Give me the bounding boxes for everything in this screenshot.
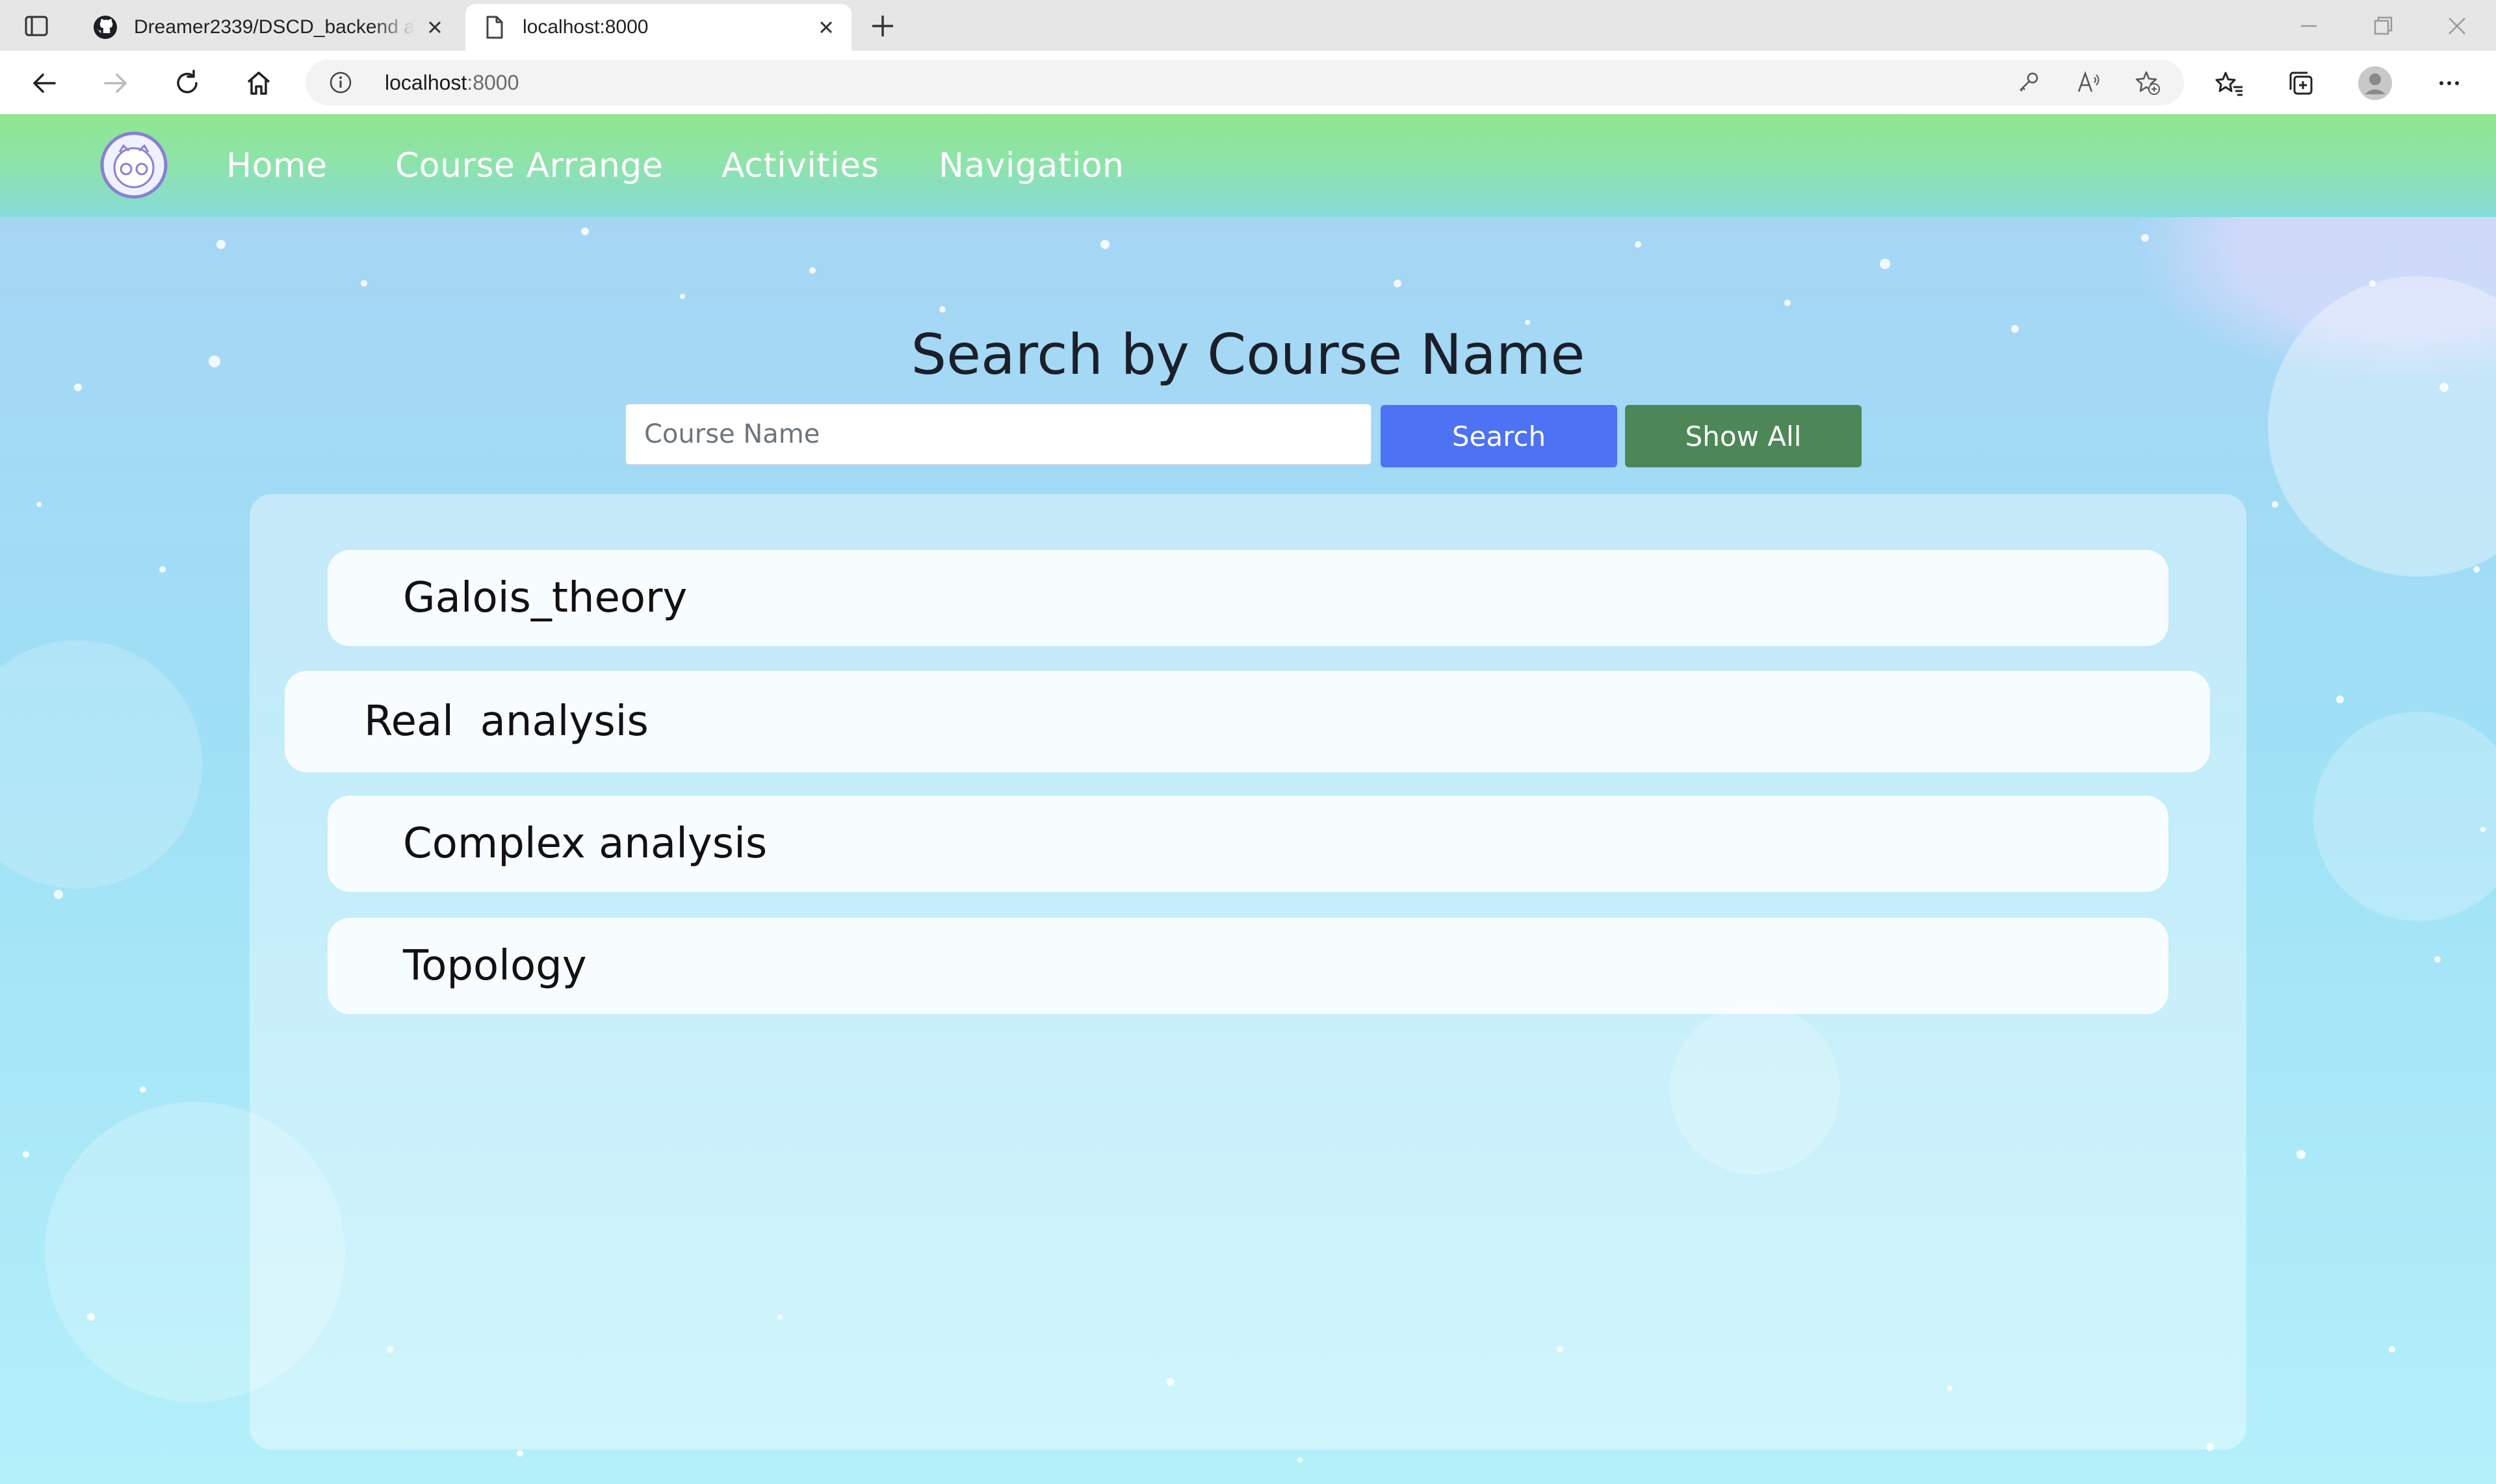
collections-icon[interactable] [2285, 68, 2317, 99]
url-port: :8000 [467, 71, 519, 94]
back-icon[interactable] [29, 68, 60, 99]
home-icon[interactable] [243, 68, 274, 99]
close-window-icon[interactable] [2443, 12, 2471, 40]
course-name-input[interactable] [625, 404, 1372, 465]
favorites-icon[interactable] [2214, 68, 2245, 99]
info-icon[interactable] [329, 71, 352, 94]
refresh-icon[interactable] [172, 68, 203, 99]
nav-navigation[interactable]: Navigation [939, 146, 1124, 186]
course-name: Galois_theory [403, 574, 688, 622]
show-all-button[interactable]: Show All [1625, 405, 1862, 467]
course-item-galois-theory[interactable]: Galois_theory [328, 550, 2168, 646]
page-viewport: Home Course Arrange Activities Navigatio… [0, 114, 2496, 1484]
nav-activities[interactable]: Activities [722, 146, 879, 186]
course-item-real-analysis[interactable]: Real analysis [285, 671, 2210, 772]
tab-strip: Dreamer2339/DSCD_backend at localhost:80… [0, 0, 2496, 51]
nav-home[interactable]: Home [226, 146, 328, 186]
course-name: Real analysis [364, 697, 649, 746]
course-name: Topology [403, 942, 587, 990]
address-bar[interactable]: localhost:8000 [306, 60, 2184, 105]
read-aloud-icon[interactable] [2075, 70, 2101, 96]
tab-github[interactable]: Dreamer2339/DSCD_backend at [77, 4, 460, 51]
browser-chrome: Dreamer2339/DSCD_backend at localhost:80… [0, 0, 2496, 114]
minimize-icon[interactable] [2294, 12, 2323, 40]
add-favorite-icon[interactable] [2135, 70, 2161, 96]
tab-title: localhost:8000 [523, 16, 649, 38]
course-item-complex-analysis[interactable]: Complex analysis [328, 796, 2168, 892]
tab-localhost[interactable]: localhost:8000 [465, 4, 852, 51]
close-tab-icon[interactable] [816, 18, 836, 37]
key-icon[interactable] [2015, 70, 2041, 96]
search-button[interactable]: Search [1381, 405, 1617, 467]
url-host: localhost [385, 71, 467, 94]
browser-toolbar: localhost:8000 [0, 51, 2496, 114]
nav-course-arrange[interactable]: Course Arrange [395, 146, 663, 186]
more-icon[interactable] [2434, 68, 2465, 99]
tab-actions-icon[interactable] [23, 13, 49, 39]
forward-icon[interactable] [100, 68, 131, 99]
restore-icon[interactable] [2369, 12, 2397, 40]
address-url: localhost:8000 [385, 70, 519, 95]
course-item-topology[interactable]: Topology [328, 918, 2168, 1014]
page-icon [481, 14, 507, 40]
close-tab-icon[interactable] [425, 18, 445, 37]
search-title: Search by Course Name [911, 322, 1585, 387]
site-logo[interactable] [100, 131, 168, 199]
tab-title: Dreamer2339/DSCD_backend at [134, 16, 415, 38]
top-navbar: Home Course Arrange Activities Navigatio… [0, 114, 2496, 217]
course-name: Complex analysis [403, 820, 768, 868]
github-icon [92, 14, 118, 40]
new-tab-icon[interactable] [868, 12, 897, 40]
profile-icon[interactable] [2357, 65, 2393, 101]
